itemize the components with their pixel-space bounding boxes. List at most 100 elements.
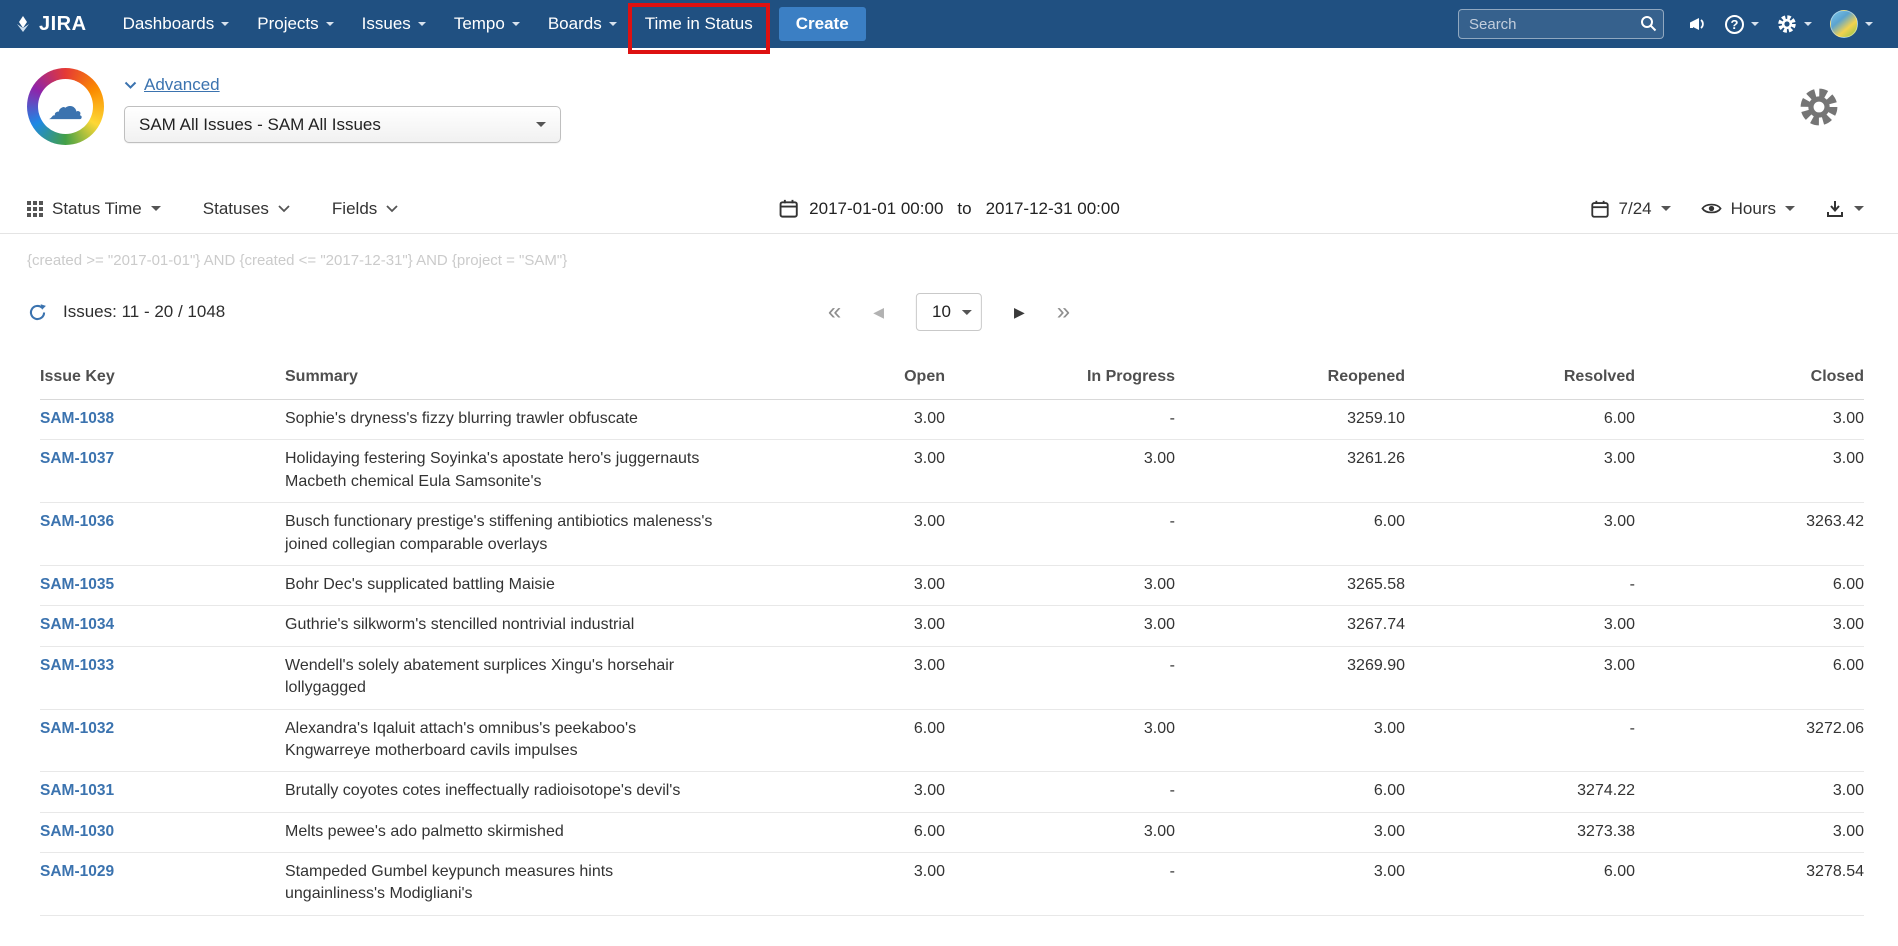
unit-menu[interactable]: Hours xyxy=(1701,199,1795,219)
issue-key-link[interactable]: SAM-1033 xyxy=(40,657,114,674)
issue-key-link[interactable]: SAM-1031 xyxy=(40,782,114,799)
resolved-value: 3.00 xyxy=(1405,440,1635,503)
table-row: SAM-1032 Alexandra's Iqaluit attach's om… xyxy=(40,709,1864,772)
refresh-icon[interactable] xyxy=(27,302,48,323)
nav-label: Tempo xyxy=(454,14,505,34)
search-icon[interactable] xyxy=(1640,15,1657,32)
chevron-down-icon xyxy=(151,206,161,211)
open-value: 6.00 xyxy=(715,709,945,772)
announcement-button[interactable] xyxy=(1678,0,1716,48)
search-box xyxy=(1458,9,1664,39)
table-row: SAM-1034 Guthrie's silkworm's stencilled… xyxy=(40,606,1864,646)
issue-key-link[interactable]: SAM-1035 xyxy=(40,576,114,593)
in-progress-value: - xyxy=(945,853,1175,916)
issue-summary: Brutally coyotes cotes ineffectually rad… xyxy=(285,772,715,812)
jira-home-link[interactable]: JIRA xyxy=(14,13,87,36)
status-time-menu[interactable]: Status Time xyxy=(27,199,161,219)
settings-gear-icon[interactable] xyxy=(1798,86,1840,128)
in-progress-value: - xyxy=(945,646,1175,709)
chevron-down-icon xyxy=(1751,22,1759,26)
help-menu-button[interactable]: ? xyxy=(1716,0,1768,48)
nav-label: Dashboards xyxy=(123,14,215,34)
saved-filter-select[interactable]: SAM All Issues - SAM All Issues xyxy=(124,106,561,143)
issue-key-link[interactable]: SAM-1034 xyxy=(40,616,114,633)
nav-label: Projects xyxy=(257,14,318,34)
nav-boards[interactable]: Boards xyxy=(534,0,631,48)
pagination: « ◀ 10 ▶ » xyxy=(828,289,1070,335)
megaphone-icon xyxy=(1687,14,1707,34)
issue-summary: Alexandra's Iqaluit attach's omnibus's p… xyxy=(285,709,715,772)
issue-key-link[interactable]: SAM-1029 xyxy=(40,863,114,880)
chevron-down-icon xyxy=(1804,22,1812,26)
first-page-button[interactable]: « xyxy=(828,300,841,324)
report-toolbar: Status Time Statuses Fields 2017-01-01 0… xyxy=(0,184,1898,234)
open-value: 6.00 xyxy=(715,812,945,852)
issue-key-link[interactable]: SAM-1030 xyxy=(40,823,114,840)
col-closed: Closed xyxy=(1635,357,1864,400)
issue-key-link[interactable]: SAM-1037 xyxy=(40,450,114,467)
chevron-down-icon xyxy=(386,205,398,213)
create-button[interactable]: Create xyxy=(779,7,866,41)
last-page-button[interactable]: » xyxy=(1057,300,1070,324)
table-row: SAM-1036 Busch functionary prestige's st… xyxy=(40,503,1864,566)
admin-settings-button[interactable] xyxy=(1768,0,1821,48)
previous-page-button[interactable]: ◀ xyxy=(873,304,884,321)
nav-tempo[interactable]: Tempo xyxy=(440,0,534,48)
user-avatar xyxy=(1830,10,1858,38)
next-page-button[interactable]: ▶ xyxy=(1014,304,1025,321)
open-value: 3.00 xyxy=(715,772,945,812)
nav-time-in-status[interactable]: Time in Status xyxy=(631,0,767,48)
grid-icon xyxy=(27,201,43,217)
in-progress-value: 3.00 xyxy=(945,709,1175,772)
date-range-picker[interactable]: 2017-01-01 00:00 to 2017-12-31 00:00 xyxy=(778,184,1120,233)
issues-count: Issues: 11 - 20 / 1048 xyxy=(27,302,225,323)
nav-projects[interactable]: Projects xyxy=(243,0,347,48)
table-row: SAM-1031 Brutally coyotes cotes ineffect… xyxy=(40,772,1864,812)
in-progress-value: 3.00 xyxy=(945,606,1175,646)
date-from: 2017-01-01 00:00 xyxy=(809,199,943,219)
closed-value: 3.00 xyxy=(1635,812,1864,852)
statuses-menu[interactable]: Statuses xyxy=(203,199,290,219)
issues-bar: Issues: 11 - 20 / 1048 « ◀ 10 ▶ » xyxy=(0,289,1898,335)
resolved-value: 3.00 xyxy=(1405,646,1635,709)
chevron-down-icon xyxy=(1854,206,1864,211)
reopened-value: 3261.26 xyxy=(1175,440,1405,503)
chevron-down-icon xyxy=(418,22,426,26)
issue-summary: Holidaying festering Soyinka's apostate … xyxy=(285,440,715,503)
nav-label: Time in Status xyxy=(645,14,753,34)
issue-key-link[interactable]: SAM-1038 xyxy=(40,410,114,427)
chevron-down-icon xyxy=(124,81,137,90)
reopened-value: 6.00 xyxy=(1175,772,1405,812)
resolved-value: 6.00 xyxy=(1405,400,1635,440)
page-size-select[interactable]: 10 xyxy=(916,293,982,331)
advanced-link[interactable]: Advanced xyxy=(124,75,220,95)
nav-issues[interactable]: Issues xyxy=(348,0,440,48)
status-time-label: Status Time xyxy=(52,199,142,219)
chevron-down-icon xyxy=(512,22,520,26)
reopened-value: 3265.58 xyxy=(1175,565,1405,605)
export-menu[interactable] xyxy=(1825,199,1864,219)
calendar-mode-menu[interactable]: 7/24 xyxy=(1590,199,1671,219)
calendar-icon xyxy=(1590,199,1610,219)
advanced-label: Advanced xyxy=(144,75,220,95)
open-value: 3.00 xyxy=(715,853,945,916)
chevron-down-icon xyxy=(221,22,229,26)
export-icon xyxy=(1825,199,1845,219)
reopened-value: 3.00 xyxy=(1175,812,1405,852)
chevron-down-icon xyxy=(1865,22,1873,26)
issue-summary: Bohr Dec's supplicated battling Maisie xyxy=(285,565,715,605)
jql-query-text: {created >= "2017-01-01"} AND {created <… xyxy=(27,252,1898,269)
table-row: SAM-1037 Holidaying festering Soyinka's … xyxy=(40,440,1864,503)
fields-menu[interactable]: Fields xyxy=(332,199,398,219)
issues-count-label: Issues: 11 - 20 / 1048 xyxy=(63,302,225,322)
issue-key-link[interactable]: SAM-1032 xyxy=(40,720,114,737)
reopened-value: 3259.10 xyxy=(1175,400,1405,440)
issue-key-link[interactable]: SAM-1036 xyxy=(40,513,114,530)
reopened-value: 3267.74 xyxy=(1175,606,1405,646)
closed-value: 6.00 xyxy=(1635,565,1864,605)
search-input[interactable] xyxy=(1458,9,1664,39)
chevron-down-icon xyxy=(326,22,334,26)
user-menu-button[interactable] xyxy=(1821,0,1882,48)
nav-dashboards[interactable]: Dashboards xyxy=(109,0,244,48)
in-progress-value: - xyxy=(945,503,1175,566)
